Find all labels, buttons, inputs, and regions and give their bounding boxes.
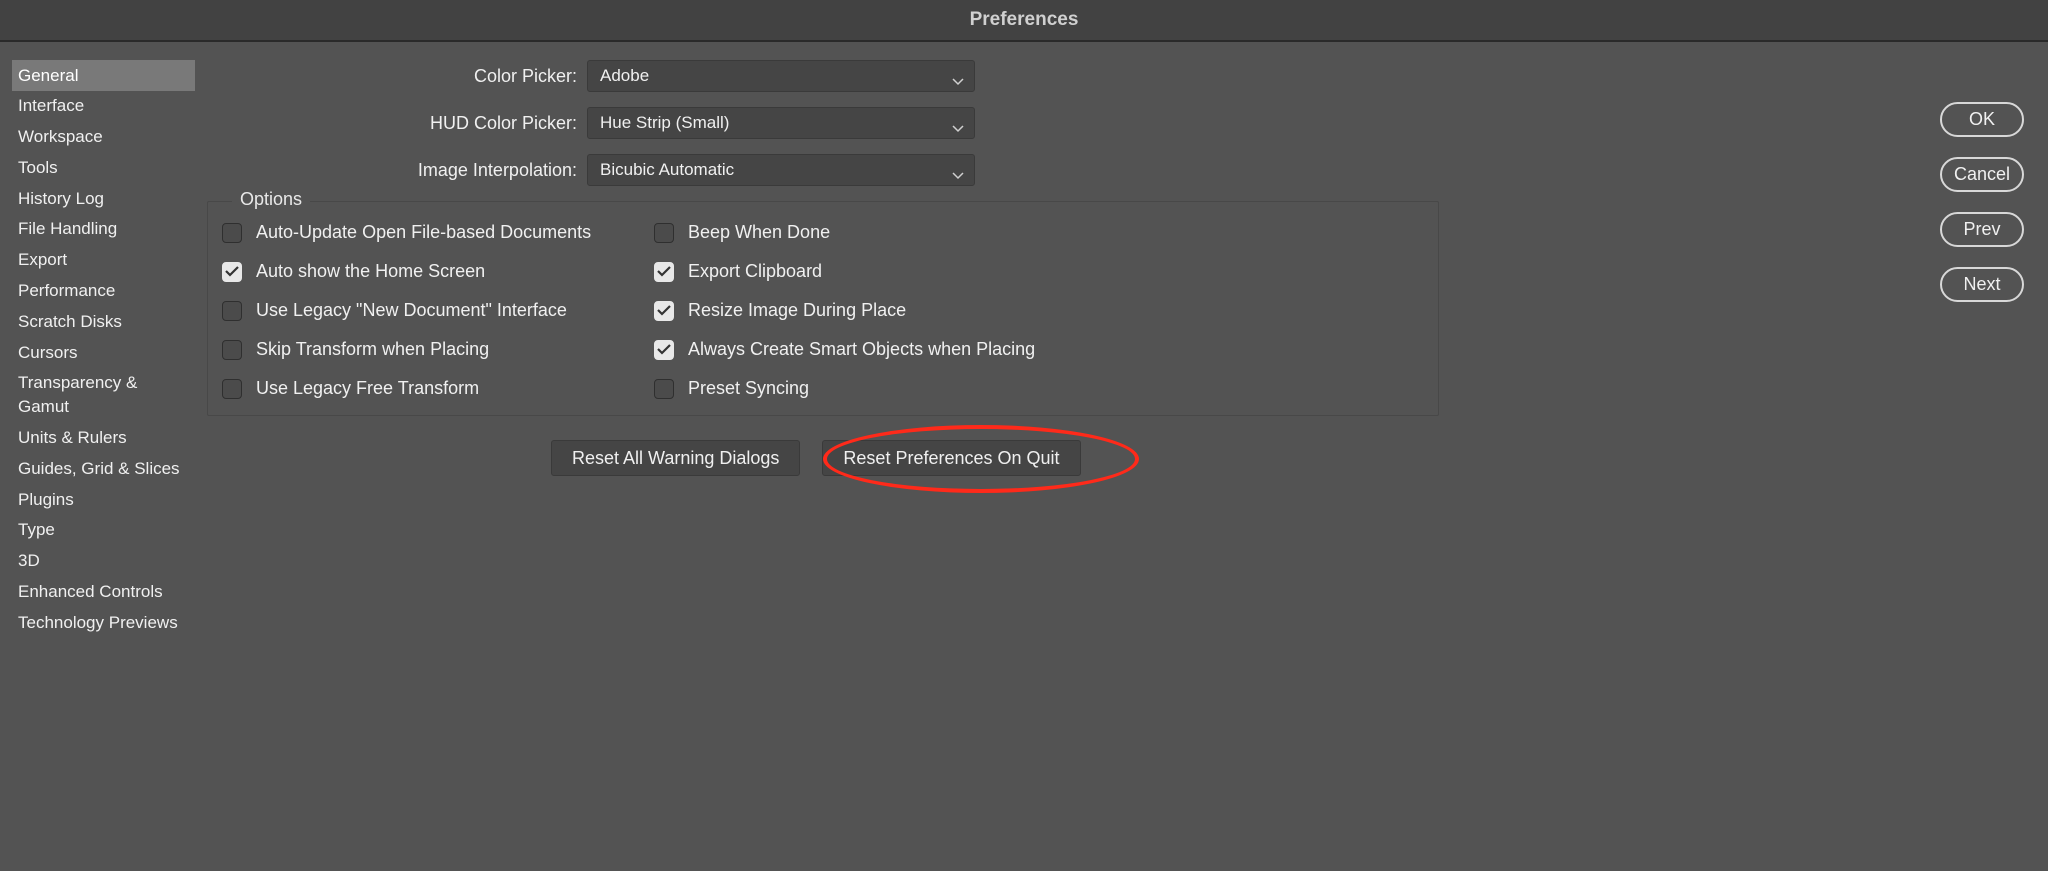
checkbox[interactable] [222, 301, 242, 321]
option-skip-transform-when-placing[interactable]: Skip Transform when Placing [222, 339, 654, 360]
image-interpolation-label: Image Interpolation: [207, 160, 587, 181]
sidebar-item-guides-grid-slices[interactable]: Guides, Grid & Slices [12, 453, 195, 484]
checkbox[interactable] [222, 340, 242, 360]
checkbox[interactable] [222, 223, 242, 243]
sidebar-item-workspace[interactable]: Workspace [12, 122, 195, 153]
sidebar-item-tools[interactable]: Tools [12, 152, 195, 183]
reset-preferences-on-quit-button[interactable]: Reset Preferences On Quit [822, 440, 1080, 476]
ok-button[interactable]: OK [1940, 102, 2024, 137]
sidebar-item-type[interactable]: Type [12, 515, 195, 546]
checkbox-label: Resize Image During Place [688, 300, 906, 321]
option-beep-when-done[interactable]: Beep When Done [654, 222, 1424, 243]
sidebar-item-file-handling[interactable]: File Handling [12, 214, 195, 245]
option-auto-show-the-home-screen[interactable]: Auto show the Home Screen [222, 261, 654, 282]
chevron-down-icon [952, 165, 962, 175]
checkbox-label: Beep When Done [688, 222, 830, 243]
checkbox-label: Export Clipboard [688, 261, 822, 282]
sidebar-item-export[interactable]: Export [12, 245, 195, 276]
hud-color-picker-value: Hue Strip (Small) [600, 113, 729, 133]
options-fieldset: Options Auto-Update Open File-based Docu… [207, 201, 1439, 416]
sidebar-item-3d[interactable]: 3D [12, 546, 195, 577]
image-interpolation-select[interactable]: Bicubic Automatic [587, 154, 975, 186]
next-button[interactable]: Next [1940, 267, 2024, 302]
color-picker-value: Adobe [600, 66, 649, 86]
sidebar-item-history-log[interactable]: History Log [12, 183, 195, 214]
checkbox-label: Auto-Update Open File-based Documents [256, 222, 591, 243]
checkbox[interactable] [654, 379, 674, 399]
hud-color-picker-select[interactable]: Hue Strip (Small) [587, 107, 975, 139]
sidebar-item-units-rulers[interactable]: Units & Rulers [12, 423, 195, 454]
option-resize-image-during-place[interactable]: Resize Image During Place [654, 300, 1424, 321]
main-panel: Color Picker: Adobe HUD Color Picker: Hu… [195, 60, 2048, 871]
options-legend: Options [232, 189, 310, 210]
sidebar-item-scratch-disks[interactable]: Scratch Disks [12, 306, 195, 337]
bottom-button-row: Reset All Warning Dialogs Reset Preferen… [551, 440, 2036, 476]
checkbox-label: Use Legacy Free Transform [256, 378, 479, 399]
checkbox[interactable] [222, 262, 242, 282]
option-always-create-smart-objects-when-placing[interactable]: Always Create Smart Objects when Placing [654, 339, 1424, 360]
sidebar-item-performance[interactable]: Performance [12, 276, 195, 307]
checkbox-label: Preset Syncing [688, 378, 809, 399]
window-title: Preferences [970, 9, 1079, 31]
chevron-down-icon [952, 71, 962, 81]
sidebar: GeneralInterfaceWorkspaceToolsHistory Lo… [12, 60, 195, 871]
checkbox-label: Always Create Smart Objects when Placing [688, 339, 1035, 360]
dialog-buttons: OK Cancel Prev Next [1940, 102, 2024, 302]
option-use-legacy-free-transform[interactable]: Use Legacy Free Transform [222, 378, 654, 399]
reset-warning-dialogs-button[interactable]: Reset All Warning Dialogs [551, 440, 800, 476]
image-interpolation-value: Bicubic Automatic [600, 160, 734, 180]
checkbox-label: Skip Transform when Placing [256, 339, 489, 360]
option-use-legacy-new-document-interface[interactable]: Use Legacy "New Document" Interface [222, 300, 654, 321]
sidebar-item-general[interactable]: General [12, 60, 195, 91]
option-preset-syncing[interactable]: Preset Syncing [654, 378, 1424, 399]
sidebar-item-transparency-gamut[interactable]: Transparency & Gamut [12, 368, 195, 423]
sidebar-item-cursors[interactable]: Cursors [12, 337, 195, 368]
cancel-button[interactable]: Cancel [1940, 157, 2024, 192]
checkbox[interactable] [654, 340, 674, 360]
color-picker-select[interactable]: Adobe [587, 60, 975, 92]
sidebar-item-enhanced-controls[interactable]: Enhanced Controls [12, 577, 195, 608]
chevron-down-icon [952, 118, 962, 128]
checkbox[interactable] [222, 379, 242, 399]
color-picker-label: Color Picker: [207, 66, 587, 87]
checkbox[interactable] [654, 223, 674, 243]
checkbox-label: Use Legacy "New Document" Interface [256, 300, 567, 321]
checkbox-label: Auto show the Home Screen [256, 261, 485, 282]
preferences-window: Preferences GeneralInterfaceWorkspaceToo… [0, 0, 2048, 871]
titlebar: Preferences [0, 0, 2048, 42]
prev-button[interactable]: Prev [1940, 212, 2024, 247]
checkbox[interactable] [654, 262, 674, 282]
sidebar-item-technology-previews[interactable]: Technology Previews [12, 607, 195, 638]
sidebar-item-interface[interactable]: Interface [12, 91, 195, 122]
checkbox[interactable] [654, 301, 674, 321]
sidebar-item-plugins[interactable]: Plugins [12, 484, 195, 515]
hud-color-picker-label: HUD Color Picker: [207, 113, 587, 134]
option-auto-update-open-file-based-documents[interactable]: Auto-Update Open File-based Documents [222, 222, 654, 243]
option-export-clipboard[interactable]: Export Clipboard [654, 261, 1424, 282]
